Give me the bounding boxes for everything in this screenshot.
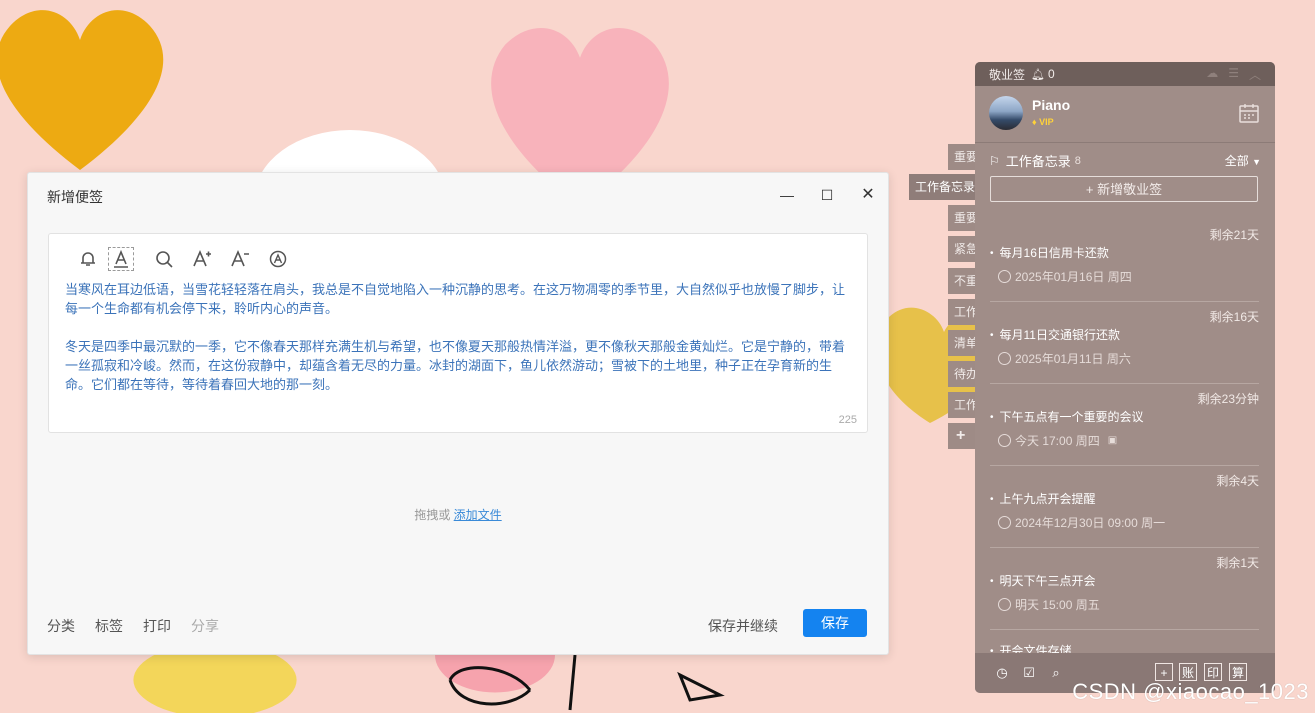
repeat-icon bbox=[998, 270, 1011, 283]
print-button[interactable]: 打印 bbox=[143, 616, 171, 636]
lock-icon: ▣ bbox=[1107, 435, 1118, 446]
file-drop-zone[interactable]: 拖拽或 添加文件 bbox=[28, 506, 888, 523]
side-tab[interactable]: 重要 bbox=[948, 205, 976, 231]
clock-icon[interactable]: ◷ bbox=[993, 664, 1011, 682]
filter-dropdown[interactable]: 全部 ▼ bbox=[1225, 152, 1261, 169]
vip-badge: ♦ VIP bbox=[1032, 117, 1054, 127]
app-name: 敬业签 bbox=[989, 67, 1026, 82]
remaining-time: 剩余23分钟 bbox=[1197, 392, 1259, 406]
bell-icon[interactable] bbox=[69, 246, 107, 272]
clock-icon bbox=[998, 516, 1011, 529]
add-note-label: 新增敬业签 bbox=[1097, 182, 1163, 197]
yellow-heart-decoration bbox=[0, 10, 164, 170]
note-content[interactable]: 当寒风在耳边低语，当雪花轻轻落在肩头，我总是不自觉地陷入一种沉静的思考。在这万物… bbox=[65, 280, 855, 413]
window-title: 新增便签 bbox=[47, 189, 103, 205]
bell-icon[interactable]: 🔔︎ bbox=[1031, 68, 1045, 81]
format-toolbar bbox=[69, 246, 297, 272]
add-note-button[interactable]: + 新增敬业签 bbox=[990, 176, 1258, 202]
item-date: 2025年01月16日 周四 bbox=[1015, 270, 1132, 284]
add-tab-button[interactable]: + bbox=[948, 423, 976, 449]
list-item[interactable]: 剩余1天 明天下午三点开会 明天 15:00 周五 bbox=[990, 548, 1259, 630]
side-tab[interactable]: 紧急 bbox=[948, 236, 976, 262]
font-increase-icon[interactable] bbox=[183, 246, 221, 272]
note-list: 剩余21天 每月16日信用卡还款 2025年01月16日 周四 剩余16天 每月… bbox=[975, 220, 1275, 670]
item-title: 每月11日交通银行还款 bbox=[990, 326, 1120, 343]
maximize-button[interactable]: ☐ bbox=[817, 185, 837, 205]
watermark: CSDN @xiaocao_1023 bbox=[1072, 679, 1309, 704]
note-paragraph: 冬天是四季中最沉默的一季，它不像春天那样充满生机与希望，也不像夏天那般热情洋溢，… bbox=[65, 339, 846, 392]
filter-label: 全部 bbox=[1224, 154, 1249, 168]
item-date: 今天 17:00 周四 bbox=[1015, 434, 1100, 448]
editor-footer: 分类 标签 打印 分享 bbox=[47, 616, 219, 636]
sync-icon[interactable]: ☁ bbox=[1206, 66, 1218, 83]
remaining-time: 剩余1天 bbox=[1216, 556, 1259, 570]
item-meta: 2025年01月16日 周四 bbox=[998, 268, 1132, 285]
list-item[interactable]: 剩余4天 上午九点开会提醒 2024年12月30日 09:00 周一 bbox=[990, 466, 1259, 548]
side-tab[interactable]: 清单 bbox=[948, 330, 976, 356]
item-meta: 2025年01月11日 周六 bbox=[998, 350, 1131, 367]
line-drawing-decoration bbox=[448, 654, 725, 711]
bookmark-icon: ⚐ bbox=[989, 153, 1000, 168]
share-button[interactable]: 分享 bbox=[191, 616, 219, 636]
remaining-time: 剩余4天 bbox=[1216, 474, 1259, 488]
item-title: 每月16日信用卡还款 bbox=[990, 244, 1109, 261]
collapse-icon[interactable]: ︿ bbox=[1249, 66, 1261, 83]
tag-button[interactable]: 标签 bbox=[95, 616, 123, 636]
search-icon[interactable]: ⌕ bbox=[1047, 664, 1065, 682]
side-tab[interactable]: 待办 bbox=[948, 361, 976, 387]
item-date: 2025年01月11日 周六 bbox=[1015, 352, 1131, 366]
note-paragraph: 当寒风在耳边低语，当雪花轻轻落在肩头，我总是不自觉地陷入一种沉静的思考。在这万物… bbox=[65, 282, 846, 316]
category-selector[interactable]: ⚐ 工作备忘录 8 bbox=[989, 151, 1081, 170]
remaining-time: 剩余21天 bbox=[1209, 228, 1259, 242]
divider bbox=[975, 142, 1275, 143]
font-color-icon[interactable] bbox=[107, 246, 135, 272]
minimize-button[interactable]: — bbox=[777, 185, 797, 205]
jingyeqian-panel: 敬业签 🔔︎ 0 ☁ ☰ ︿ Piano ♦ VIP ⚐ 工作备忘录 8 全部 … bbox=[975, 62, 1275, 693]
side-tab[interactable]: 工作 bbox=[948, 299, 976, 325]
add-file-link[interactable]: 添加文件 bbox=[454, 508, 502, 522]
list-item[interactable]: 剩余21天 每月16日信用卡还款 2025年01月16日 周四 bbox=[990, 220, 1259, 302]
item-meta: 今天 17:00 周四 ▣ bbox=[998, 432, 1117, 449]
char-count: 225 bbox=[838, 414, 857, 426]
new-note-window: 新增便签 — ☐ ✕ 当寒风在耳边低语，当雪花轻轻落在肩头，我总是不自觉地陷入一… bbox=[27, 172, 889, 655]
item-date: 2024年12月30日 09:00 周一 bbox=[1015, 516, 1166, 530]
username: Piano bbox=[1032, 97, 1071, 113]
list-item[interactable]: 剩余23分钟 下午五点有一个重要的会议 今天 17:00 周四 ▣ bbox=[990, 384, 1259, 466]
menu-icon[interactable]: ☰ bbox=[1228, 66, 1239, 83]
side-tab[interactable]: 重要 bbox=[948, 144, 976, 170]
save-button[interactable]: 保存 bbox=[803, 609, 867, 637]
clock-icon bbox=[998, 352, 1011, 365]
checklist-icon[interactable]: ☑ bbox=[1020, 664, 1038, 682]
drop-hint: 拖拽或 bbox=[414, 508, 451, 522]
header-icons: ☁ ☰ ︿ bbox=[1206, 66, 1261, 83]
search-icon[interactable] bbox=[145, 246, 183, 272]
category-name: 工作备忘录 bbox=[1005, 154, 1071, 169]
remaining-time: 剩余16天 bbox=[1209, 310, 1259, 324]
item-title: 下午五点有一个重要的会议 bbox=[990, 408, 1144, 425]
note-editor[interactable]: 当寒风在耳边低语，当雪花轻轻落在肩头，我总是不自觉地陷入一种沉静的思考。在这万物… bbox=[48, 233, 868, 433]
item-title: 上午九点开会提醒 bbox=[990, 490, 1096, 507]
chevron-down-icon: ▼ bbox=[1252, 157, 1261, 167]
item-date: 明天 15:00 周五 bbox=[1015, 598, 1100, 612]
category-button[interactable]: 分类 bbox=[47, 616, 75, 636]
item-title: 明天下午三点开会 bbox=[990, 572, 1096, 589]
notification-count: 0 bbox=[1047, 67, 1055, 81]
panel-header: 敬业签 🔔︎ 0 ☁ ☰ ︿ bbox=[975, 62, 1275, 86]
side-tab[interactable]: 不重 bbox=[948, 268, 976, 294]
item-meta: 明天 15:00 周五 bbox=[998, 596, 1100, 613]
font-decrease-icon[interactable] bbox=[221, 246, 259, 272]
side-tab-current[interactable]: 工作备忘录 bbox=[909, 174, 976, 200]
clock-icon bbox=[998, 598, 1011, 611]
close-button[interactable]: ✕ bbox=[858, 185, 878, 205]
plus-icon: + bbox=[1085, 182, 1094, 197]
item-meta: 2024年12月30日 09:00 周一 bbox=[998, 514, 1165, 531]
calendar-icon[interactable] bbox=[1238, 102, 1260, 124]
category-count: 8 bbox=[1074, 154, 1081, 167]
side-tab[interactable]: 工作 bbox=[948, 392, 976, 418]
save-and-continue-button[interactable]: 保存并继续 bbox=[708, 616, 778, 636]
avatar[interactable] bbox=[989, 96, 1023, 130]
list-item[interactable]: 剩余16天 每月11日交通银行还款 2025年01月11日 周六 bbox=[990, 302, 1259, 384]
auto-format-icon[interactable] bbox=[259, 246, 297, 272]
clock-icon bbox=[998, 434, 1011, 447]
